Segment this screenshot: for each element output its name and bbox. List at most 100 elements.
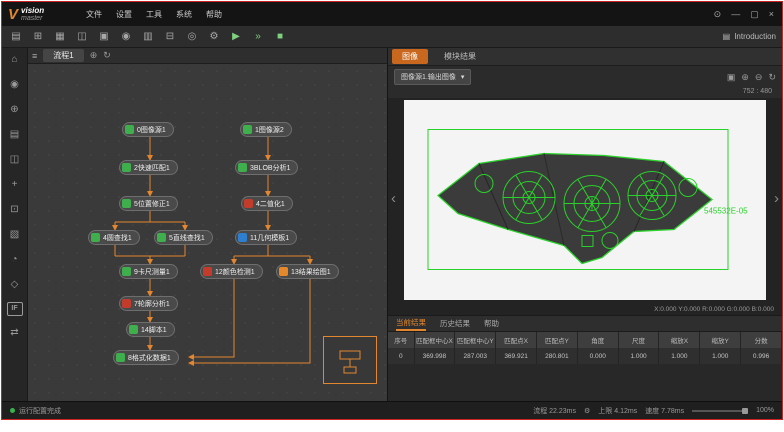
alignment-icon[interactable]: ⊡ — [6, 202, 24, 218]
flow-canvas[interactable]: 0图像源1 1图像源2 2快速匹配1 3BLOB分析1 5位置修正1 4二值化1… — [28, 64, 387, 401]
module-list-icon[interactable]: ▥ — [140, 29, 156, 45]
menu-help[interactable]: 帮助 — [206, 9, 222, 20]
cell-angle: 0.000 — [577, 348, 618, 364]
tab-help[interactable]: 帮助 — [484, 316, 499, 331]
refresh-flow-icon[interactable]: ↻ — [103, 50, 111, 61]
zoom-level: 100% — [756, 407, 774, 414]
save-as-icon[interactable]: ◫ — [74, 29, 90, 45]
gear-icon[interactable]: ⚙ — [584, 407, 590, 415]
previous-image-icon[interactable]: ‹ — [391, 190, 396, 207]
camera-manager-icon[interactable]: ◉ — [118, 29, 134, 45]
image-processing-icon[interactable]: ▧ — [6, 227, 24, 243]
flow-node-format-data[interactable]: 8格式化数据1 — [113, 350, 179, 365]
measurement-icon[interactable]: ▤ — [6, 127, 24, 143]
module-label: 5直线查找1 — [169, 233, 205, 243]
tab-history-result[interactable]: 历史结果 — [440, 316, 470, 331]
export-icon[interactable]: ▣ — [96, 29, 112, 45]
module-label: 3BLOB分析1 — [250, 163, 290, 173]
flow-node-image-source-1[interactable]: 0图像源1 — [122, 122, 174, 137]
module-label: 5位置修正1 — [134, 199, 170, 209]
add-flow-icon[interactable]: ⊕ — [90, 50, 98, 61]
table-row[interactable]: 0 369.998 287.003 369.921 280.801 0.000 … — [388, 348, 782, 364]
image-viewer[interactable]: ‹ › — [388, 98, 782, 304]
logo-mark-icon: V — [8, 6, 18, 23]
run-continuous-icon[interactable]: » — [250, 29, 266, 45]
zoom-slider-thumb[interactable] — [742, 408, 748, 414]
canvas-minimap[interactable] — [323, 336, 377, 384]
logic-tools-icon[interactable]: IF — [7, 302, 23, 316]
new-solution-icon[interactable]: ▤ — [8, 29, 24, 45]
module-label: 2快速匹配1 — [134, 163, 170, 173]
flow-node-geometry-template[interactable]: 11几何模板1 — [235, 230, 297, 245]
location-icon[interactable]: ⊕ — [6, 102, 24, 118]
logo-line1: vision — [21, 7, 44, 15]
module-label: 9卡尺测量1 — [134, 267, 170, 277]
global-variable-icon[interactable]: ◎ — [184, 29, 200, 45]
flow-node-line-find[interactable]: 5直线查找1 — [154, 230, 213, 245]
results-tab-bar: 当前结果 历史结果 帮助 — [388, 316, 782, 332]
save-solution-icon[interactable]: ▦ — [52, 29, 68, 45]
color-processing-icon[interactable]: ◔ — [6, 252, 24, 268]
app-logo: V vision master — [8, 6, 86, 23]
refresh-view-icon[interactable]: ↻ — [768, 72, 776, 83]
recognition-icon[interactable]: ◫ — [6, 152, 24, 168]
flow-node-contour-analysis[interactable]: 7轮廓分析1 — [119, 296, 178, 311]
flow-node-script[interactable]: 14脚本1 — [126, 322, 175, 337]
theme-icon[interactable]: ⊙ — [714, 9, 722, 20]
zoom-in-icon[interactable]: ⊕ — [741, 72, 749, 83]
module-icon — [157, 233, 166, 242]
tab-current-result[interactable]: 当前结果 — [396, 316, 426, 331]
run-once-icon[interactable]: ▶ — [228, 29, 244, 45]
open-solution-icon[interactable]: ⊞ — [30, 29, 46, 45]
module-icon — [129, 325, 138, 334]
defect-detection-icon[interactable]: ◇ — [6, 277, 24, 293]
flow-node-binarize[interactable]: 4二值化1 — [241, 196, 293, 211]
image-source-selector[interactable]: 图像源1.输出图像 ▾ — [394, 69, 471, 85]
cell-box-center-y: 287.003 — [455, 348, 496, 364]
module-icon — [203, 267, 212, 276]
flow-tab-bar: ≡ 流程1 ⊕ ↻ — [28, 48, 387, 64]
calibration-icon[interactable]: + — [6, 177, 24, 193]
all-tools-icon[interactable]: ⌂ — [6, 52, 24, 68]
flow-node-fast-match[interactable]: 2快速匹配1 — [119, 160, 178, 175]
flow-node-color-check[interactable]: 12颜色检测1 — [200, 264, 263, 279]
col-scale: 尺度 — [618, 332, 659, 348]
module-icon — [244, 199, 253, 208]
communication-tools-icon[interactable]: ⇄ — [6, 325, 24, 341]
flow-tree-icon[interactable]: ≡ — [32, 51, 37, 61]
menu-settings[interactable]: 设置 — [116, 9, 132, 20]
next-image-icon[interactable]: › — [774, 190, 779, 207]
minimize-button[interactable]: — — [731, 9, 740, 20]
results-table: 序号 匹配框中心X 匹配框中心Y 匹配点X 匹配点Y 角度 尺度 缩放X 缩放Y… — [388, 332, 782, 364]
cell-scale-x: 1.000 — [659, 348, 700, 364]
menu-system[interactable]: 系统 — [176, 9, 192, 20]
image-source-selector-label: 图像源1.输出图像 — [401, 72, 456, 82]
tab-image[interactable]: 图像 — [392, 49, 428, 64]
acquisition-icon[interactable]: ◉ — [6, 77, 24, 93]
tab-module-result[interactable]: 模块结果 — [434, 49, 486, 64]
global-settings-icon[interactable]: ⚙ — [206, 29, 222, 45]
flow-node-position-fix[interactable]: 5位置修正1 — [119, 196, 178, 211]
module-icon — [238, 163, 247, 172]
flow-node-image-source-2[interactable]: 1图像源2 — [240, 122, 292, 137]
flow-node-caliper-measure[interactable]: 9卡尺测量1 — [119, 264, 178, 279]
close-button[interactable]: × — [769, 9, 774, 20]
flow-node-blob-analysis[interactable]: 3BLOB分析1 — [235, 160, 298, 175]
fit-window-icon[interactable]: ▣ — [727, 72, 736, 83]
communication-manager-icon[interactable]: ⊟ — [162, 29, 178, 45]
module-icon — [91, 233, 100, 242]
maximize-button[interactable]: ▢ — [750, 9, 759, 20]
col-score: 分数 — [741, 332, 782, 348]
menu-file[interactable]: 文件 — [86, 9, 102, 20]
flow-tab-label[interactable]: 流程1 — [43, 49, 83, 62]
stop-run-icon[interactable]: ■ — [272, 29, 288, 45]
menu-tools[interactable]: 工具 — [146, 9, 162, 20]
zoom-slider[interactable] — [692, 410, 748, 412]
flow-node-result-draw[interactable]: 13结果绘图1 — [276, 264, 339, 279]
introduction-link[interactable]: ▤ Introduction — [723, 32, 776, 41]
cell-score: 0.996 — [741, 348, 782, 364]
results-panel: 当前结果 历史结果 帮助 序号 匹配框中心X 匹配框中心Y 匹配点X 匹配点Y … — [388, 316, 782, 401]
introduction-label: Introduction — [734, 32, 776, 41]
flow-node-circle-find[interactable]: 4圆查找1 — [88, 230, 140, 245]
zoom-out-icon[interactable]: ⊖ — [755, 72, 763, 83]
